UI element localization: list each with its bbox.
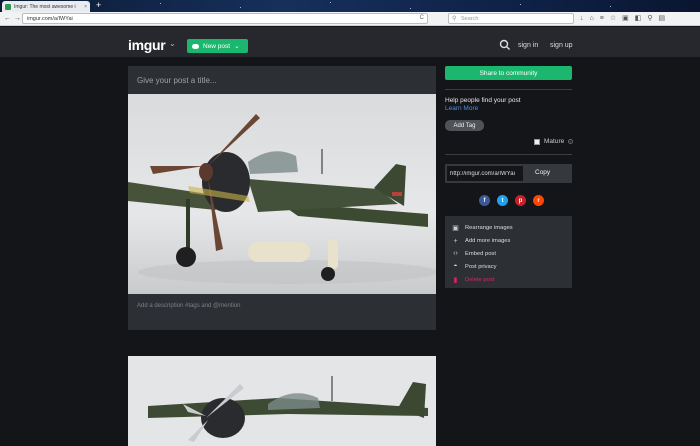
new-tab-icon[interactable]: + [96, 0, 101, 11]
twitter-icon[interactable]: t [497, 195, 508, 206]
option-label: Rearrange images [465, 225, 513, 232]
search-icon: ⚲ [452, 16, 457, 22]
sidebar-icon[interactable]: ◧ [635, 13, 642, 24]
extension-icon[interactable]: ⚲ [647, 13, 652, 24]
trash-icon: ▮ [453, 276, 458, 284]
pinterest-icon[interactable]: p [515, 195, 526, 206]
sign-up-link[interactable]: sign up [550, 42, 573, 49]
option-label: Add more images [465, 238, 511, 245]
browser-search-placeholder: Search [461, 15, 479, 22]
share-to-community-button[interactable]: Share to community [445, 66, 572, 80]
search-icon[interactable] [498, 38, 512, 52]
menu-icon[interactable]: ▤ [659, 13, 666, 24]
post-privacy-option[interactable]: ◓ Post privacy [452, 260, 572, 273]
sign-in-link[interactable]: sign in [518, 42, 538, 49]
sidebar-divider [445, 154, 572, 155]
copy-button[interactable]: Copy [535, 169, 550, 176]
share-link-box: Copy [445, 164, 572, 183]
code-icon: ‹› [453, 250, 458, 258]
post-options-menu: ▣ Rearrange images + Add more images ‹› … [445, 216, 572, 288]
browser-toolbar-icons: ↓ ⌂ ≡ ☆ ▣ ◧ ⚲ ▤ [580, 13, 665, 24]
download-icon[interactable]: ↓ [580, 13, 584, 24]
help-text: Help people find your post [445, 97, 521, 104]
tab-close-icon[interactable]: × [84, 4, 87, 10]
address-url: imgur.com/a/IWYai [27, 15, 73, 22]
home-icon[interactable]: ⌂ [590, 13, 594, 24]
bookmark-icon[interactable]: ☆ [610, 13, 616, 24]
embed-post-option[interactable]: ‹› Embed post [452, 248, 572, 261]
option-label: Post privacy [465, 263, 497, 270]
chevron-down-icon: ⌄ [234, 43, 240, 50]
browser-tab-bar: Imgur: The most awesome i × + [0, 0, 700, 12]
browser-tab[interactable]: Imgur: The most awesome i × [2, 1, 90, 12]
mature-checkbox[interactable] [534, 138, 540, 145]
post-description-input[interactable]: Add a description #tags and @mention [137, 303, 241, 309]
address-bar[interactable]: imgur.com/a/IWYai C [22, 13, 428, 24]
facebook-icon[interactable]: f [479, 195, 490, 206]
post-image[interactable] [128, 94, 436, 294]
new-post-button[interactable]: New post ⌄ [187, 39, 248, 53]
learn-more-link[interactable]: Learn More [445, 105, 478, 112]
chevron-down-icon[interactable]: ⌄ [169, 39, 176, 48]
mature-label: Mature [544, 138, 565, 145]
reading-list-icon[interactable]: ≡ [600, 13, 604, 24]
sidebar-divider [445, 89, 572, 90]
new-post-label: New post [203, 42, 231, 50]
reload-icon[interactable]: C [420, 15, 424, 21]
tab-title: Imgur: The most awesome i [14, 3, 76, 10]
screenshot-icon[interactable]: ▣ [622, 13, 629, 24]
site-header [0, 27, 700, 57]
browser-search-input[interactable]: ⚲ Search [448, 13, 574, 24]
upload-cloud-icon [192, 43, 199, 49]
add-more-images-option[interactable]: + Add more images [452, 235, 572, 248]
post-card-second-image[interactable] [128, 356, 436, 446]
post-card: Add a description #tags and @mention [128, 66, 436, 330]
rearrange-images-option[interactable]: ▣ Rearrange images [452, 222, 572, 235]
delete-post-option[interactable]: ▮ Delete post [452, 273, 572, 286]
eye-icon: ◓ [453, 263, 458, 271]
share-link-input[interactable] [447, 166, 523, 181]
post-title-input[interactable] [128, 66, 436, 94]
imgur-favicon-icon [5, 3, 11, 10]
help-icon[interactable]: ? [568, 139, 574, 144]
option-label: Embed post [465, 250, 496, 257]
imgur-logo[interactable]: imgur [128, 37, 166, 53]
reddit-icon[interactable]: r [533, 195, 544, 206]
plus-icon: + [453, 237, 458, 245]
back-icon[interactable]: ← [4, 15, 14, 22]
social-share-buttons: f t p r [479, 195, 544, 206]
rearrange-icon: ▣ [452, 225, 459, 233]
mature-toggle[interactable]: Mature ? [534, 138, 574, 145]
option-label: Delete post [465, 276, 495, 283]
add-tag-button[interactable]: Add Tag [445, 120, 484, 131]
browser-nav-bar: ← → imgur.com/a/IWYai C ⚲ Search ↓ ⌂ ≡ ☆… [0, 12, 700, 26]
